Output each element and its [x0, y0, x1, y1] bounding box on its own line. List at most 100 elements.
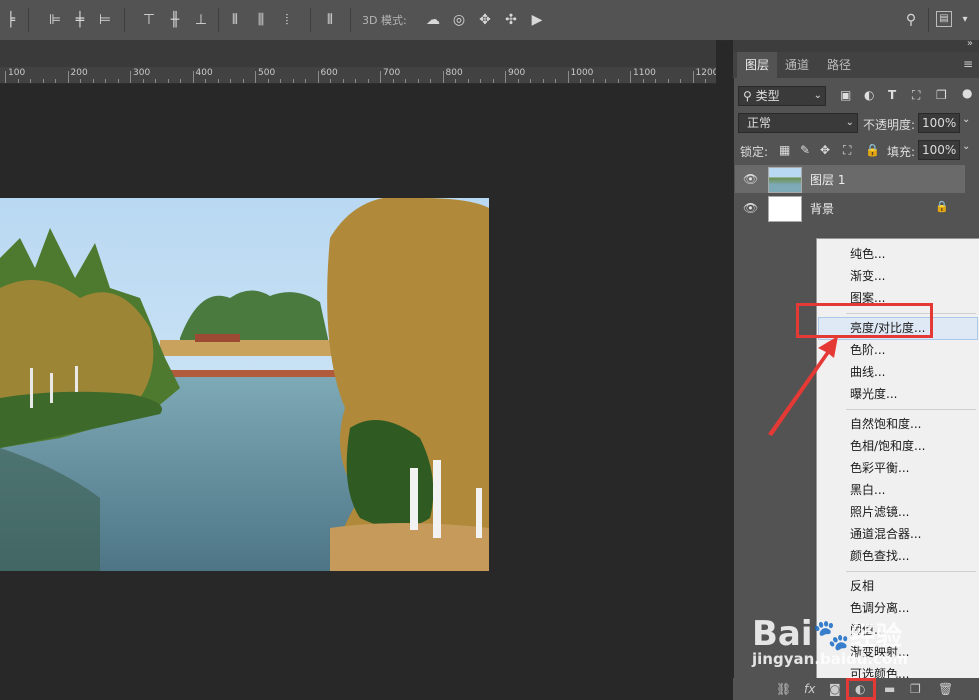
menu-item[interactable]: 反相	[850, 576, 874, 596]
ruler-tick-label: 200	[70, 68, 88, 78]
menu-item[interactable]: 色阶...	[850, 340, 885, 360]
filter-pixel-icon[interactable]: ▣	[840, 88, 851, 102]
menu-item[interactable]: 纯色...	[850, 244, 885, 264]
filter-smart-object-icon[interactable]: ❐	[936, 88, 947, 102]
lock-transparent-icon[interactable]: ▦	[779, 143, 790, 157]
ruler-tick-label: 1000	[570, 68, 594, 78]
ruler-minor-tick	[80, 79, 81, 83]
opacity-input[interactable]: 100%	[918, 113, 960, 133]
horizontal-ruler[interactable]: 100 200 300 400 500 600 700 800 900 1000 1100 1200	[0, 67, 716, 84]
align-top-icon[interactable]: ⊤	[140, 11, 158, 29]
ruler-minor-tick	[167, 79, 169, 83]
layer-name[interactable]: 背景	[810, 200, 834, 217]
drag-3d-icon[interactable]: ✥	[476, 11, 494, 29]
trash-icon[interactable]: 🗑	[938, 682, 953, 696]
menu-item[interactable]: 渐变...	[850, 266, 885, 286]
chevron-down-icon[interactable]: ⌄	[962, 114, 970, 125]
panel-menu-icon[interactable]: ≡	[963, 57, 973, 71]
add-mask-icon[interactable]: ◙	[829, 682, 841, 696]
ruler-tick	[67, 71, 69, 83]
menu-separator	[846, 571, 976, 572]
ruler-tick-label: 1100	[633, 68, 656, 78]
toolbar-divider	[350, 8, 351, 32]
video-camera-icon[interactable]: ▶	[528, 11, 546, 29]
new-layer-icon[interactable]: ❐	[910, 682, 921, 696]
ruler-minor-tick	[417, 79, 419, 83]
menu-item[interactable]: 通道混合器...	[850, 524, 921, 544]
fill-input[interactable]: 100%	[918, 140, 960, 160]
layer-name[interactable]: 图层 1	[810, 171, 845, 188]
align-left-icon[interactable]: ⊫	[46, 11, 64, 29]
ruler-minor-tick	[605, 79, 606, 83]
collapse-arrows-icon[interactable]: »	[967, 38, 973, 49]
annotation-arrow	[768, 336, 838, 436]
lock-paint-icon[interactable]: ✎	[800, 143, 810, 157]
ruler-tick	[255, 71, 256, 83]
menu-item[interactable]: 色相/饱和度...	[850, 436, 926, 456]
lock-icon: 🔒	[935, 200, 949, 213]
mode-3d-label: 3D 模式:	[362, 14, 407, 27]
menu-item[interactable]: 颜色查找...	[850, 546, 909, 566]
ruler-tick	[192, 71, 194, 83]
lock-all-icon[interactable]: 🔒	[865, 143, 880, 157]
rotate-3d-icon[interactable]: ☁	[424, 11, 442, 29]
opacity-value: 100%	[922, 116, 957, 130]
menu-item[interactable]: 曲线...	[850, 362, 885, 382]
ruler-tick-label: 900	[508, 68, 526, 78]
menu-item[interactable]: 曝光度...	[850, 384, 897, 404]
lock-label: 锁定:	[740, 145, 769, 159]
tab-paths[interactable]: 路径	[819, 52, 859, 78]
lock-artboard-icon[interactable]: ⛶	[843, 143, 851, 158]
align-bottom-icon[interactable]: ⊥	[192, 11, 210, 29]
menu-item[interactable]: 照片滤镜...	[850, 502, 909, 522]
chevron-down-icon[interactable]: ⌄	[962, 141, 970, 152]
distribute-hc-icon[interactable]: ⫼	[252, 11, 270, 29]
panel-collapse-bar[interactable]: »	[733, 38, 979, 52]
menu-item[interactable]: 自然饱和度...	[850, 414, 921, 434]
roll-3d-icon[interactable]: ◎	[450, 11, 468, 29]
ruler-minor-tick	[17, 79, 19, 83]
filter-toggle-icon[interactable]: ●	[962, 86, 972, 100]
ruler-minor-tick	[230, 79, 231, 83]
workspace-icon[interactable]: ▤	[936, 11, 952, 27]
layer-row-1[interactable]: 👁 图层 1	[735, 165, 965, 193]
filter-adjustment-icon[interactable]: ◐	[864, 88, 874, 102]
filter-type-icon[interactable]: T	[888, 88, 896, 102]
align-vcenter-icon[interactable]: ╫	[166, 11, 184, 29]
chevron-down-icon[interactable]: ▾	[956, 11, 974, 29]
ruler-tick-label: 800	[445, 68, 463, 78]
ruler-tick-label: 300	[133, 68, 151, 78]
filter-shape-icon[interactable]: ⛶	[912, 88, 920, 103]
search-icon[interactable]: ⚲	[902, 11, 920, 29]
distribute-hr-icon[interactable]: ⦙	[278, 11, 296, 29]
auto-align-icon[interactable]: ⫴	[321, 11, 339, 29]
ruler-minor-tick	[355, 79, 356, 83]
lock-position-icon[interactable]: ✥	[820, 143, 830, 157]
layer-filter-select[interactable]: ⚲ 类型 ⌄	[738, 86, 826, 106]
tab-layers[interactable]: 图层	[737, 52, 778, 78]
distribute-left-icon[interactable]: ╞	[2, 11, 20, 29]
ruler-minor-tick	[30, 79, 31, 83]
new-group-icon[interactable]: ▬	[884, 682, 895, 696]
link-layers-icon[interactable]: ⛓	[776, 682, 791, 696]
align-right-icon[interactable]: ⊨	[96, 11, 114, 29]
ruler-minor-tick	[480, 79, 481, 83]
watermark-brand: Bai	[752, 614, 813, 654]
ruler-tick-label: 700	[383, 68, 401, 78]
ruler-minor-tick	[180, 79, 181, 83]
align-hcenter-icon[interactable]: ╪	[71, 11, 89, 29]
menu-separator	[846, 409, 976, 410]
slide-3d-icon[interactable]: ✣	[502, 11, 520, 29]
blend-mode-select[interactable]: 正常 ⌄	[738, 113, 858, 133]
menu-item[interactable]: 色彩平衡...	[850, 458, 909, 478]
ruler-minor-tick	[367, 79, 369, 83]
ruler-minor-tick	[492, 79, 494, 83]
distribute-h-icon[interactable]: ⦀	[226, 11, 244, 29]
fx-button[interactable]: fx	[804, 682, 815, 696]
tab-channels[interactable]: 通道	[777, 52, 817, 78]
ruler-tick	[442, 71, 444, 83]
visibility-eye-icon[interactable]: 👁	[743, 201, 758, 215]
visibility-eye-icon[interactable]: 👁	[743, 172, 758, 186]
menu-item[interactable]: 黑白...	[850, 480, 885, 500]
layer-row-background[interactable]: 👁 背景 🔒	[735, 194, 965, 222]
